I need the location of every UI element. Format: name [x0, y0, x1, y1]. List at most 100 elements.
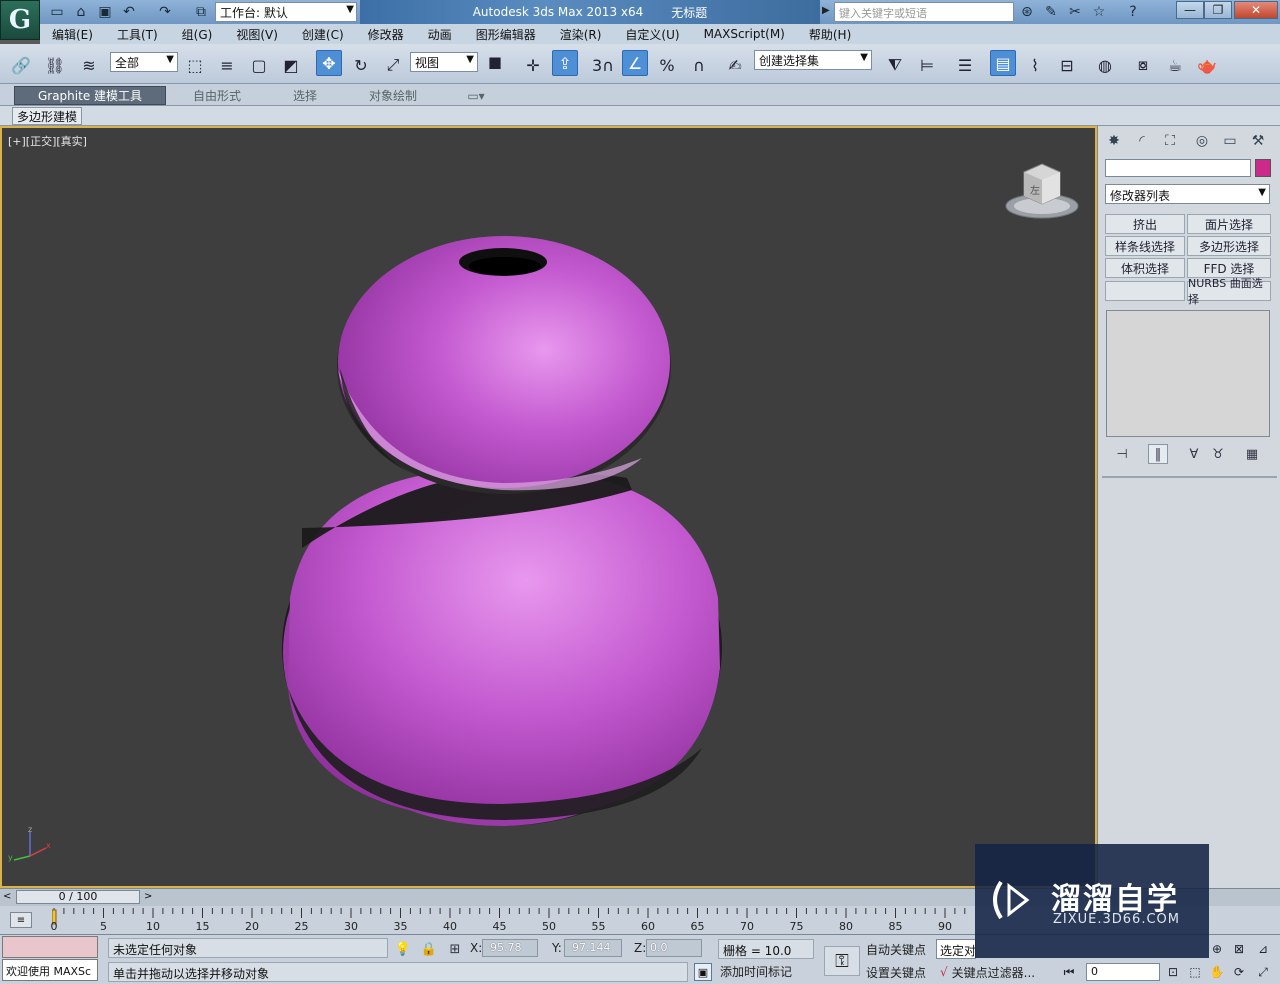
select-and-rotate-icon[interactable]: ↻ — [348, 52, 374, 78]
y-coordinate-field[interactable]: -97.144 — [564, 939, 622, 957]
display-panel-icon[interactable]: ▭ — [1218, 130, 1242, 152]
selection-filter-dropdown[interactable]: 全部 ▼ — [110, 52, 178, 72]
pin-stack-icon[interactable]: ⊣ — [1112, 444, 1132, 464]
render-setup-icon[interactable]: ⧇ — [1130, 52, 1156, 78]
make-unique-icon[interactable]: ∀ — [1184, 444, 1204, 464]
pan-icon[interactable]: ✋ — [1208, 963, 1226, 981]
open-mini-curve-editor-icon[interactable]: ≡ — [10, 912, 32, 928]
communication-icon[interactable]: ✂ — [1066, 3, 1084, 21]
percent-snap-icon[interactable]: % — [654, 52, 680, 78]
patch-select-button[interactable]: 面片选择 — [1187, 214, 1271, 234]
bind-space-warp-icon[interactable]: ≋ — [76, 52, 102, 78]
angle-snap-icon[interactable]: ∠ — [622, 50, 648, 76]
previous-frame-arrow-icon[interactable]: < — [3, 891, 11, 902]
extrude-button[interactable]: 挤出 — [1105, 214, 1185, 234]
project-folder-icon[interactable]: ⧉ — [192, 3, 210, 21]
menu-create[interactable]: 创建(C) — [290, 26, 356, 43]
viewcube[interactable]: 左 — [1004, 160, 1080, 220]
zoom-icon[interactable]: ⊕ — [1208, 940, 1226, 958]
zoom-all-icon[interactable]: ⊠ — [1230, 940, 1248, 958]
subscription-icon[interactable]: ✎ — [1042, 3, 1060, 21]
close-button[interactable]: ✕ — [1234, 1, 1278, 19]
spline-select-button[interactable]: 样条线选择 — [1105, 236, 1185, 256]
volume-select-button[interactable]: 体积选择 — [1105, 258, 1185, 278]
menu-group[interactable]: 组(G) — [170, 26, 225, 43]
tab-object-paint[interactable]: 对象绘制 — [354, 86, 432, 105]
menu-animation[interactable]: 动画 — [416, 26, 464, 43]
material-editor-icon[interactable]: ◍ — [1092, 52, 1118, 78]
add-time-tag[interactable]: 添加时间标记 — [720, 963, 792, 980]
poly-select-button[interactable]: 多边形选择 — [1187, 236, 1271, 256]
graphite-toggle-icon[interactable]: ▤ — [990, 50, 1016, 76]
spinner-snap-icon[interactable]: ∩ — [686, 52, 712, 78]
select-and-move-icon[interactable]: ✥ — [316, 50, 342, 76]
binoculars-icon[interactable]: ⊛ — [1018, 3, 1036, 21]
selection-lock-icon[interactable]: 🔒 — [420, 940, 438, 958]
absolute-mode-icon[interactable]: ⊞ — [446, 940, 464, 958]
create-panel-icon[interactable]: ✸ — [1102, 130, 1126, 152]
minimize-button[interactable]: — — [1176, 1, 1204, 19]
goto-start-icon[interactable]: ⏮ — [1060, 963, 1078, 981]
modifier-stack[interactable] — [1106, 310, 1270, 437]
time-tag-icon[interactable]: ▣ — [694, 963, 712, 981]
zoom-extents-icon[interactable]: ⊡ — [1164, 963, 1182, 981]
set-key-icon[interactable]: ⚿ — [824, 946, 860, 976]
configure-modifier-sets-icon[interactable]: ▦ — [1242, 444, 1262, 464]
help-icon[interactable]: ? — [1124, 3, 1142, 21]
z-coordinate-field[interactable]: 0.0 — [646, 939, 702, 957]
unlink-icon[interactable]: ⛓ — [42, 52, 68, 78]
menu-maxscript[interactable]: MAXScript(M) — [692, 27, 797, 41]
snaps-toggle-icon[interactable]: 3 ∩ — [590, 52, 616, 78]
tab-freeform[interactable]: 自由形式 — [176, 86, 258, 105]
empty-modifier-button[interactable] — [1105, 281, 1185, 301]
mirror-icon[interactable]: ⧨ — [882, 52, 908, 78]
x-coordinate-field[interactable]: -95.78 — [482, 939, 538, 957]
tab-graphite[interactable]: Graphite 建模工具 — [14, 86, 166, 105]
redo-icon[interactable]: ↷ — [156, 3, 174, 21]
pivot-center-icon[interactable]: ⯀ — [482, 52, 508, 78]
app-logo-button[interactable]: G — [0, 0, 40, 40]
open-file-icon[interactable]: ⌂ — [72, 3, 90, 21]
align-icon[interactable]: ⊨ — [914, 52, 940, 78]
select-by-name-icon[interactable]: ≡ — [214, 52, 240, 78]
hierarchy-panel-icon[interactable]: ⛶ — [1158, 130, 1182, 152]
select-manipulate-icon[interactable]: ✛ — [520, 52, 546, 78]
menu-modifiers[interactable]: 修改器 — [356, 26, 416, 43]
maximize-button[interactable]: ❐ — [1204, 1, 1232, 19]
reference-coordinate-dropdown[interactable]: 视图 ▼ — [410, 52, 478, 72]
maximize-viewport-icon[interactable]: ⤢ — [1254, 963, 1272, 981]
layer-manager-icon[interactable]: ☰ — [952, 52, 978, 78]
key-selection-dropdown[interactable]: 选定对 — [936, 939, 976, 959]
modify-panel-icon[interactable]: ◜ — [1130, 130, 1154, 152]
edit-named-selection-icon[interactable]: ✍ — [722, 52, 748, 78]
curve-editor-icon[interactable]: ⌇ — [1022, 52, 1048, 78]
workspace-dropdown[interactable]: 工作台: 默认 ▼ — [215, 2, 357, 22]
schematic-view-icon[interactable]: ⊟ — [1054, 52, 1080, 78]
object-name-field[interactable] — [1105, 159, 1251, 177]
menu-help[interactable]: 帮助(H) — [797, 26, 863, 43]
menu-tools[interactable]: 工具(T) — [105, 26, 170, 43]
menu-graph-editors[interactable]: 图形编辑器 — [464, 26, 548, 43]
ribbon-options-icon[interactable]: ▭▾ — [462, 86, 490, 105]
orbit-icon[interactable]: ⟳ — [1230, 963, 1248, 981]
motion-panel-icon[interactable]: ◎ — [1190, 130, 1214, 152]
show-end-result-icon[interactable]: ‖ — [1148, 444, 1168, 464]
set-key-button[interactable]: 设置关键点 — [866, 962, 926, 982]
perspective-viewport[interactable]: [+][正交][真实] 左 z x y — [0, 126, 1097, 888]
object-color-swatch[interactable] — [1255, 159, 1271, 177]
gourd-model[interactable] — [2, 128, 1095, 886]
menu-rendering[interactable]: 渲染(R) — [548, 26, 614, 43]
menu-views[interactable]: 视图(V) — [224, 26, 290, 43]
menu-customize[interactable]: 自定义(U) — [613, 26, 691, 43]
menu-edit[interactable]: 编辑(E) — [40, 26, 105, 43]
render-teapot-icon[interactable]: 🫖 — [1194, 52, 1220, 78]
search-input[interactable]: 键入关键字或短语 — [834, 2, 1014, 22]
expand-arrow-icon[interactable]: ▶ — [822, 5, 830, 16]
rendered-frame-icon[interactable]: ☕ — [1162, 52, 1188, 78]
favorites-icon[interactable]: ☆ — [1090, 3, 1108, 21]
next-frame-arrow-icon[interactable]: > — [144, 891, 152, 902]
undo-icon[interactable]: ↶ — [120, 3, 138, 21]
maxscript-welcome[interactable]: 欢迎使用 MAXSc — [2, 959, 98, 981]
remove-modifier-icon[interactable]: ♉ — [1208, 444, 1228, 464]
new-file-icon[interactable]: ▭ — [48, 3, 66, 21]
